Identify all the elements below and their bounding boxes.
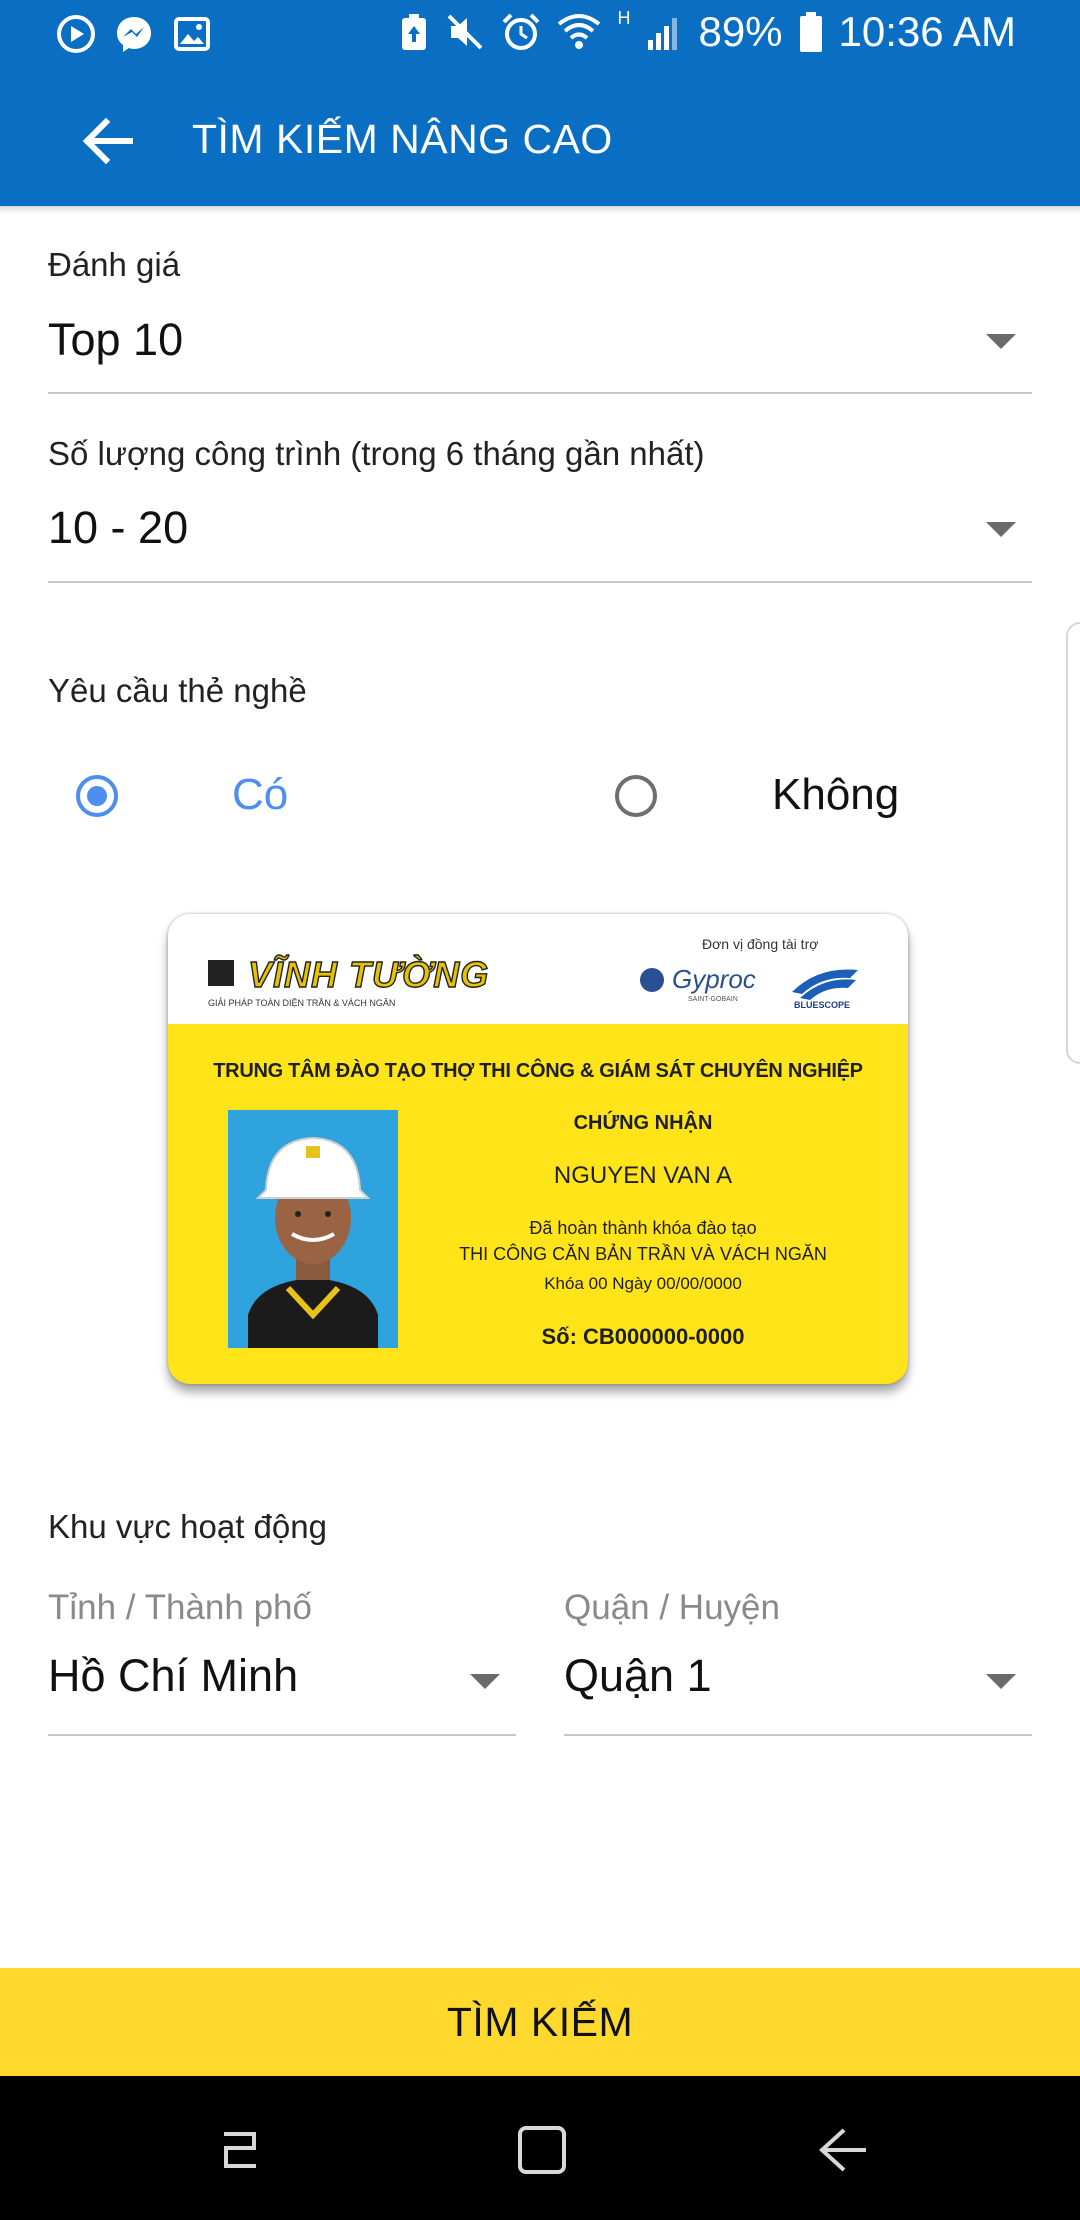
network-type: H (617, 7, 631, 28)
cert-name: NGUYEN VAN A (553, 1162, 733, 1189)
data-saver-icon (399, 12, 429, 52)
projects-value: 10 - 20 (48, 502, 189, 553)
back-button[interactable] (80, 114, 134, 168)
brand-tagline: GIẢI PHÁP TOÀN DIỆN TRẦN & VÁCH NGĂN (208, 998, 396, 1008)
area-label: Khu vực hoạt động (48, 1508, 327, 1545)
district-value: Quận 1 (564, 1650, 712, 1701)
radio-option-no[interactable]: Không (600, 760, 960, 832)
province-dropdown[interactable]: Hồ Chí Minh (48, 1636, 516, 1734)
brand-name: VĨNH TƯỜNG (247, 953, 490, 995)
certificate-card-image: VĨNH TƯỜNG GIẢI PHÁP TOÀN DIỆN TRẦN & VÁ… (168, 914, 908, 1384)
radio-unchecked-icon (615, 775, 657, 817)
chevron-down-icon (470, 1674, 500, 1689)
cert-title: CHỨNG NHẬN (573, 1112, 713, 1134)
province-label: Tỉnh / Thành phố (48, 1588, 312, 1627)
province-underline (48, 1734, 516, 1736)
battery-icon (799, 11, 823, 53)
bluescope-logo-icon (792, 969, 858, 1000)
radio-label-yes: Có (232, 770, 289, 819)
signal-icon (646, 12, 682, 52)
home-icon[interactable] (512, 2120, 572, 2180)
battery-percent: 89% (698, 8, 783, 55)
sponsor-bluescope: BLUESCOPE (794, 1000, 851, 1010)
app-bar: TÌM KIẾM NÂNG CAO (0, 70, 1080, 206)
cert-number: Số: CB000000-0000 (541, 1324, 745, 1349)
cert-line3: Khóa 00 Ngày 00/00/0000 (544, 1274, 742, 1293)
mute-icon (445, 12, 485, 52)
edge-panel-handle[interactable] (1066, 622, 1080, 1064)
search-button[interactable]: TÌM KIẾM (0, 1968, 1080, 2076)
wifi-icon (557, 12, 601, 52)
sponsor-gyproc: Gyproc (672, 964, 756, 994)
image-icon (172, 14, 212, 54)
back-icon[interactable] (814, 2120, 874, 2180)
projects-label: Số lượng công trình (trong 6 tháng gần n… (48, 435, 705, 472)
arrow-left-icon (82, 117, 133, 165)
chevron-down-icon (986, 1674, 1016, 1689)
chevron-down-icon (986, 522, 1016, 537)
brand-logo-icon (208, 960, 234, 986)
rating-label: Đánh giá (48, 246, 181, 283)
gyproc-logo-icon (640, 968, 664, 992)
alarm-icon (501, 12, 541, 52)
cert-line1: Đã hoàn thành khóa đào tạo (529, 1218, 757, 1238)
district-underline (564, 1734, 1032, 1736)
chevron-down-icon (986, 334, 1016, 349)
rating-dropdown[interactable]: Top 10 (48, 300, 1032, 392)
province-value: Hồ Chí Minh (48, 1650, 299, 1701)
rating-value: Top 10 (48, 314, 184, 365)
radio-checked-icon (76, 775, 118, 817)
radio-option-yes[interactable]: Có (60, 760, 360, 832)
status-bar: H 89% 10:36 AM (0, 0, 1080, 70)
district-label: Quận / Huyện (564, 1588, 780, 1627)
page-title: TÌM KIẾM NÂNG CAO (192, 116, 613, 162)
sponsor-gyproc-sub: SAINT-GOBAIN (688, 996, 738, 1003)
cert-line2: THI CÔNG CĂN BẢN TRẦN VÀ VÁCH NGĂN (459, 1244, 827, 1264)
clock: 10:36 AM (838, 8, 1016, 55)
district-dropdown[interactable]: Quận 1 (564, 1636, 1032, 1734)
worker-photo (228, 1110, 398, 1348)
recent-apps-icon[interactable] (210, 2120, 270, 2180)
app-bar-shadow (0, 206, 1080, 214)
rating-underline (48, 392, 1032, 394)
video-app-icon (56, 14, 96, 54)
sponsor-label: Đơn vị đồng tài trợ (702, 936, 819, 952)
card-requirement-label: Yêu cầu thẻ nghề (48, 672, 307, 709)
projects-dropdown[interactable]: 10 - 20 (48, 490, 1032, 582)
projects-underline (48, 581, 1032, 583)
messenger-icon (114, 14, 154, 54)
card-headline: TRUNG TÂM ĐÀO TẠO THỢ THI CÔNG & GIÁM SÁ… (213, 1060, 863, 1082)
system-nav-bar (0, 2076, 1080, 2220)
radio-label-no: Không (772, 770, 900, 819)
